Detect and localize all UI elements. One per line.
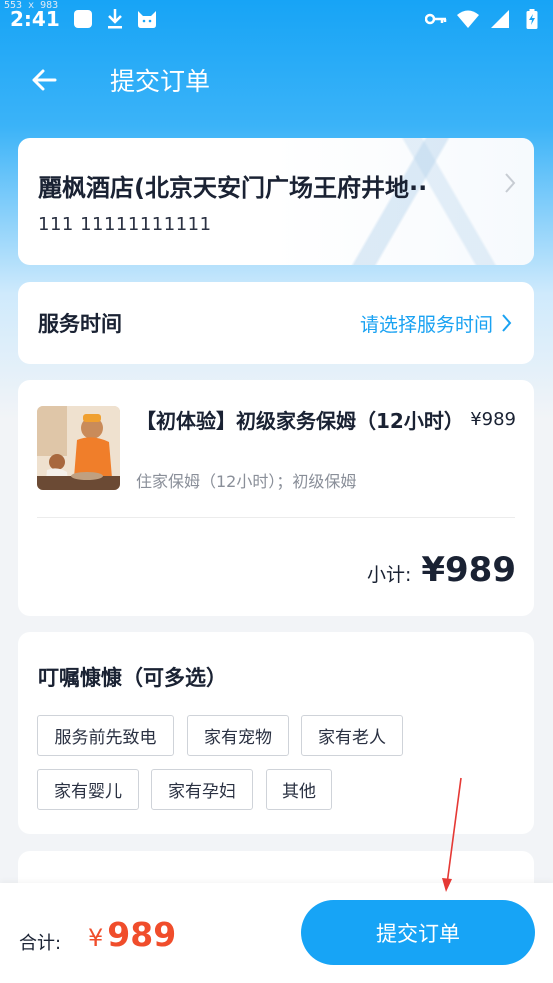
service-time-card: 服务时间 请选择服务时间 xyxy=(18,282,534,364)
total-amount: 989 xyxy=(107,915,177,954)
tag-pets[interactable]: 家有宠物 xyxy=(187,715,289,756)
app-bar: 提交订单 xyxy=(0,52,553,108)
product-subtitle: 住家保姆（12小时）；初级保姆 xyxy=(136,472,357,491)
tag-pregnant[interactable]: 家有孕妇 xyxy=(151,769,253,810)
product-image xyxy=(37,406,120,490)
signal-icon xyxy=(489,8,511,30)
status-right-icons xyxy=(415,8,543,30)
download-icon xyxy=(104,8,126,30)
service-time-label: 服务时间 xyxy=(38,312,122,336)
wifi-icon xyxy=(457,8,479,30)
tag-other[interactable]: 其他 xyxy=(266,769,332,810)
status-bar: 2:41 xyxy=(0,0,553,38)
address-phone: 111 11111111111 xyxy=(38,214,212,235)
total-label: 合计: xyxy=(19,933,62,954)
service-time-placeholder: 请选择服务时间 xyxy=(359,313,493,336)
submit-order-button[interactable]: 提交订单 xyxy=(301,900,535,965)
back-button[interactable] xyxy=(16,52,72,108)
page-title: 提交订单 xyxy=(110,67,211,96)
tag-infant[interactable]: 家有婴儿 xyxy=(37,769,139,810)
subtotal-label: 小计: xyxy=(366,564,412,586)
tag-call-first[interactable]: 服务前先致电 xyxy=(37,715,174,756)
divider xyxy=(37,517,515,518)
subtotal-value: ¥989 xyxy=(421,550,516,590)
notes-card: 叮嘱慷慷（可多选） 服务前先致电 家有宠物 家有老人 家有婴儿 家有孕妇 其他 xyxy=(18,632,534,834)
notes-title: 叮嘱慷慷（可多选） xyxy=(38,666,227,690)
cat-icon xyxy=(136,8,158,30)
product-card: 【初体验】初级家务保姆（12小时） ¥989 住家保姆（12小时）；初级保姆 小… xyxy=(18,380,534,616)
back-arrow-icon xyxy=(32,69,57,91)
battery-icon xyxy=(521,8,543,30)
chevron-right-icon xyxy=(504,172,516,198)
address-card[interactable]: 麗枫酒店(北京天安门广场王府井地·· 111 11111111111 xyxy=(18,138,534,265)
subtotal: 小计: ¥989 xyxy=(367,550,516,590)
currency-symbol: ¥ xyxy=(88,924,104,952)
bottom-bar: 合计: ¥989 提交订单 xyxy=(0,883,553,983)
square-icon xyxy=(72,8,94,30)
total-value: ¥989 xyxy=(88,915,176,954)
product-price: ¥989 xyxy=(470,409,516,430)
tag-elderly[interactable]: 家有老人 xyxy=(301,715,403,756)
key-icon xyxy=(425,8,447,30)
product-title: 【初体验】初级家务保姆（12小时） xyxy=(136,409,464,433)
chevron-right-icon xyxy=(502,314,512,332)
address-name: 麗枫酒店(北京天安门广场王府井地·· xyxy=(38,174,428,202)
service-time-selector[interactable]: 请选择服务时间 xyxy=(360,310,512,337)
status-time: 2:41 xyxy=(10,7,60,31)
